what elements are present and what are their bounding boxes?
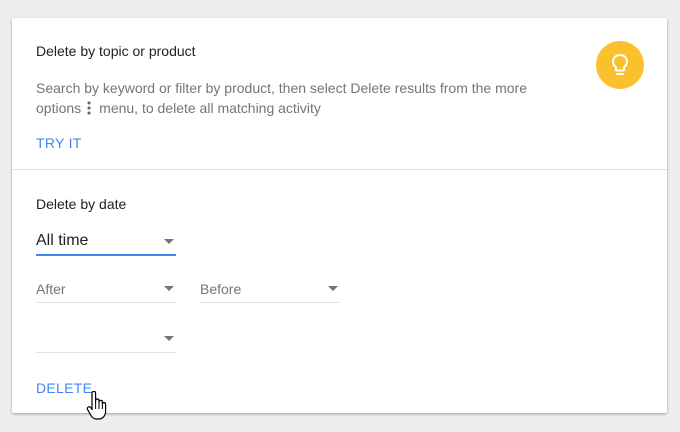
select-underline [200, 302, 340, 303]
delete-button[interactable]: DELETE [36, 380, 92, 396]
select-underline [36, 302, 176, 303]
topic-section-description: Search by keyword or filter by product, … [36, 78, 556, 118]
delete-by-topic-section: Delete by topic or product Search by key… [12, 18, 667, 169]
description-options-text: options [36, 100, 82, 116]
chevron-down-icon [164, 336, 174, 341]
hand-pointer-cursor-icon [86, 390, 108, 428]
chevron-down-icon [328, 286, 338, 291]
try-it-link[interactable]: TRY IT [36, 135, 82, 151]
date-range-select[interactable]: All time [36, 226, 176, 256]
before-date-placeholder: Before [200, 281, 242, 297]
select-underline [36, 352, 176, 353]
section-divider [12, 169, 667, 170]
delete-activity-card: Delete by topic or product Search by key… [12, 18, 667, 413]
description-line-1: Search by keyword or filter by product, … [36, 80, 527, 96]
description-menu-text: menu, to delete all matching activity [99, 100, 321, 116]
after-date-select[interactable]: After [36, 273, 176, 303]
lightbulb-icon [596, 41, 644, 89]
chevron-down-icon [164, 286, 174, 291]
description-line-2: options menu, to delete all matching acti… [36, 98, 556, 118]
after-date-placeholder: After [36, 281, 66, 297]
topic-section-title: Delete by topic or product [36, 43, 196, 59]
more-options-icon [85, 100, 93, 115]
chevron-down-icon [164, 239, 174, 244]
before-date-select[interactable]: Before [200, 273, 340, 303]
date-range-value: All time [36, 232, 89, 249]
select-underline [36, 254, 176, 256]
date-section-title: Delete by date [36, 196, 127, 212]
product-select[interactable] [36, 323, 176, 353]
